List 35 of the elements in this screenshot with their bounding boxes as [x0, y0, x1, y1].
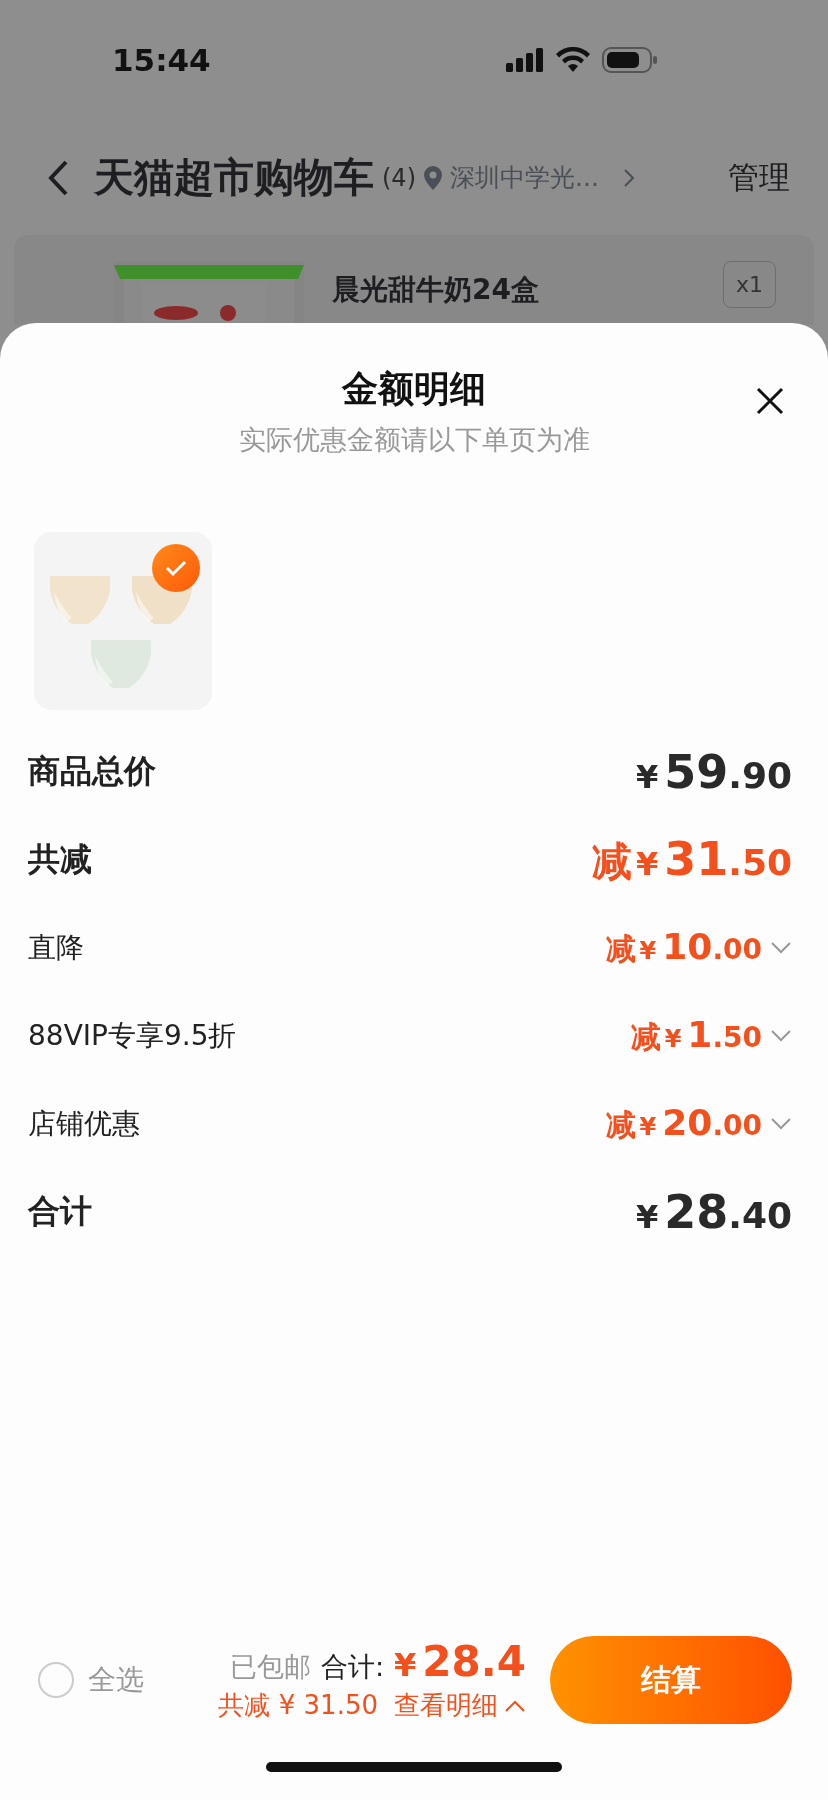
total-amount: ¥28.4 — [394, 1637, 526, 1686]
shipping-note: 已包邮 — [230, 1650, 311, 1684]
page-title: 天猫超市购物车 — [94, 153, 374, 202]
battery-icon — [602, 47, 658, 73]
price-amount[interactable]: 减¥ 10.00 — [605, 926, 792, 970]
location-text[interactable]: 深圳中学光... — [450, 161, 599, 194]
checkout-button[interactable]: 结算 — [550, 1636, 792, 1724]
price-label: 88VIP专享9.5折 — [28, 1018, 237, 1054]
manage-button[interactable]: 管理 — [728, 156, 790, 199]
price-amount: ¥59.90 — [635, 745, 792, 799]
location-pin-icon — [424, 165, 442, 190]
back-icon[interactable] — [46, 158, 70, 197]
chevron-right-icon — [622, 167, 635, 188]
price-amount[interactable]: 减¥ 1.50 — [630, 1014, 792, 1058]
item-count: (4) — [382, 163, 416, 192]
select-all-checkbox[interactable]: 全选 — [38, 1661, 144, 1699]
price-label: 商品总价 — [28, 751, 156, 792]
product-name: 晨光甜牛奶24盒 — [332, 272, 539, 308]
wifi-icon — [556, 47, 590, 73]
status-time: 15:44 — [112, 42, 211, 78]
total-label: 合计: — [321, 1650, 385, 1684]
signal-icon — [506, 48, 544, 72]
price-label: 共减 — [28, 839, 92, 880]
price-amount: 减¥31.50 — [591, 831, 792, 888]
details-link[interactable]: 查看明细 — [394, 1688, 526, 1723]
quantity-badge: x1 — [722, 261, 776, 308]
sheet-title: 金额明细 — [342, 367, 486, 411]
price-label: 直降 — [28, 930, 84, 966]
price-label: 店铺优惠 — [28, 1106, 140, 1142]
price-amount: ¥28.40 — [635, 1185, 792, 1239]
savings-text: 共减 ¥ 31.50 — [218, 1689, 378, 1722]
sheet-subtitle: 实际优惠金额请以下单页为准 — [238, 423, 590, 457]
check-icon — [164, 559, 188, 577]
price-label: 合计 — [28, 1191, 92, 1232]
price-amount[interactable]: 减¥ 20.00 — [605, 1102, 792, 1146]
